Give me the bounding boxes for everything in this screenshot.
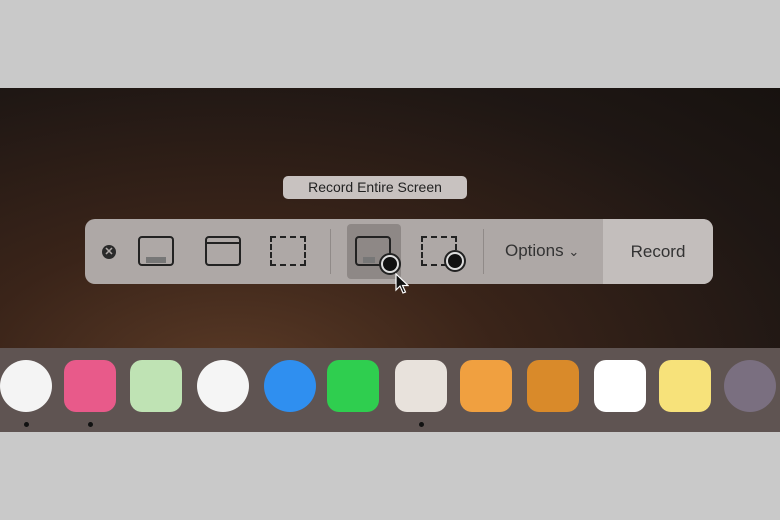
dock-app-motion[interactable] — [724, 360, 776, 412]
dock-app-messages[interactable] — [264, 360, 316, 412]
capture-selection-button[interactable] — [265, 219, 311, 284]
desktop-background — [0, 88, 780, 348]
dock-app-slack[interactable] — [0, 360, 52, 412]
divider — [483, 229, 484, 274]
options-button[interactable]: Options ⌄ — [505, 241, 579, 261]
dock-app-maps[interactable] — [130, 360, 182, 412]
dock — [0, 348, 780, 432]
screen-icon — [138, 236, 174, 266]
dock-app-potion-app[interactable] — [527, 360, 579, 412]
dock-app-facetime[interactable] — [327, 360, 379, 412]
record-entire-screen-button[interactable] — [347, 224, 401, 279]
record-dot-icon — [446, 252, 464, 270]
capture-entire-screen-button[interactable] — [133, 219, 179, 284]
tooltip: Record Entire Screen — [283, 176, 467, 199]
dock-app-numbers[interactable] — [594, 360, 646, 412]
mouse-cursor-icon — [395, 273, 409, 294]
dock-app-pixelmator-pro[interactable] — [395, 360, 447, 412]
record-dot-icon — [381, 255, 399, 273]
dock-app-photos[interactable] — [197, 360, 249, 412]
dock-app-pages[interactable] — [460, 360, 512, 412]
dock-app-notes[interactable] — [659, 360, 711, 412]
record-button[interactable]: Record — [603, 219, 713, 284]
running-indicator — [24, 422, 29, 427]
record-selection-button[interactable] — [418, 219, 468, 284]
window-icon — [205, 236, 241, 266]
dock-app-final-cut-pro[interactable] — [64, 360, 116, 412]
dashed-rect-icon — [270, 236, 306, 266]
chevron-down-icon: ⌄ — [568, 244, 580, 259]
divider — [330, 229, 331, 274]
close-icon[interactable]: ✕ — [102, 245, 116, 259]
running-indicator — [419, 422, 424, 427]
options-label: Options — [505, 241, 564, 260]
capture-window-button[interactable] — [200, 219, 246, 284]
running-indicator — [88, 422, 93, 427]
